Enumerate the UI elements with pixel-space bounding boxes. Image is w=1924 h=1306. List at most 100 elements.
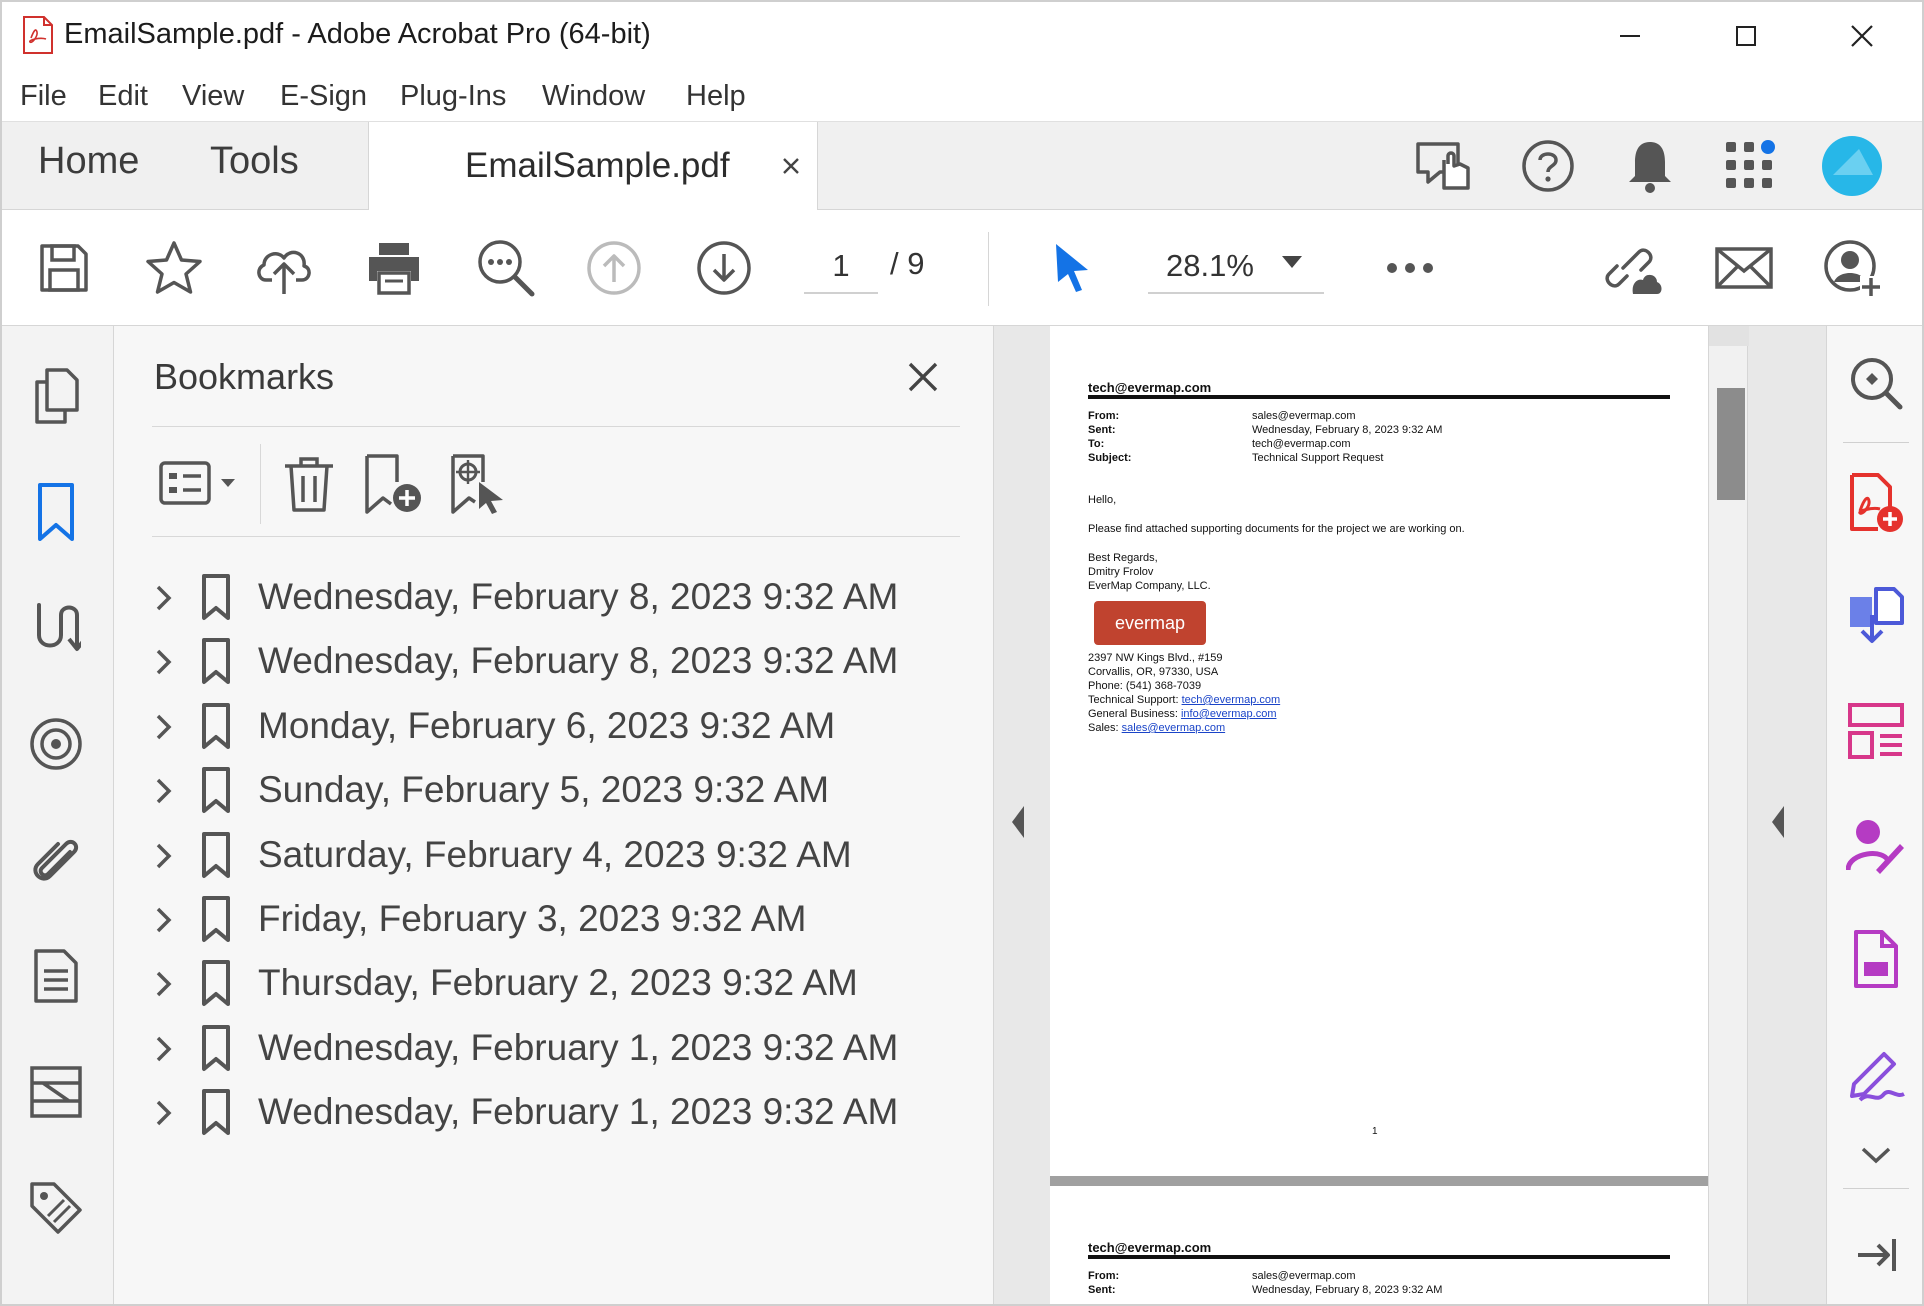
general-business-link[interactable]: info@evermap.com	[1181, 708, 1277, 720]
fill-form-icon	[1854, 930, 1898, 988]
cursor-arrow-icon	[1056, 244, 1088, 292]
expand-bookmark-toggle[interactable]	[144, 964, 184, 1004]
menu-view[interactable]: View	[182, 80, 244, 113]
maximize-icon	[1736, 26, 1756, 46]
more-tools-button[interactable]	[1378, 236, 1442, 300]
to-label: To:	[1088, 438, 1105, 450]
minimize-icon	[1620, 35, 1640, 37]
save-button[interactable]	[32, 236, 96, 300]
attachments-button[interactable]	[24, 828, 88, 892]
expand-bookmark-toggle[interactable]	[144, 836, 184, 876]
expand-bookmark-toggle[interactable]	[144, 578, 184, 618]
notifications-button[interactable]	[1618, 134, 1682, 198]
menu-plugins[interactable]: Plug-Ins	[400, 80, 506, 113]
search-tools-button[interactable]	[1841, 348, 1911, 418]
bookmark-icon	[202, 831, 230, 878]
collapse-left-panel-icon[interactable]	[1006, 802, 1030, 842]
chevron-right-icon	[156, 1036, 172, 1062]
main-toolbar: 1 / 9 28.1%	[0, 210, 1924, 326]
previous-page-button[interactable]	[582, 236, 646, 300]
toolbar-divider	[988, 232, 989, 306]
tab-tools[interactable]: Tools	[210, 140, 299, 183]
destinations-button[interactable]	[24, 712, 88, 776]
tags-button[interactable]	[24, 1176, 88, 1240]
page-number-input[interactable]: 1	[804, 238, 878, 294]
organize-pages-button[interactable]	[1841, 696, 1911, 766]
more-tools-expand-button[interactable]	[1841, 1120, 1911, 1190]
document-content-button[interactable]	[24, 944, 88, 1008]
menu-file[interactable]: File	[20, 80, 67, 113]
expand-bookmark-toggle[interactable]	[144, 1029, 184, 1069]
right-tools-rail	[1826, 326, 1924, 1306]
collapse-tools-button[interactable]	[1841, 1220, 1911, 1290]
chevron-right-icon	[156, 1100, 172, 1126]
greeting-text: Hello,	[1088, 494, 1117, 506]
bookmark-star-button[interactable]	[142, 236, 206, 300]
pages-icon	[35, 368, 79, 424]
request-esignatures-button[interactable]	[1841, 810, 1911, 880]
print-button[interactable]	[362, 236, 426, 300]
help-icon	[1522, 140, 1574, 192]
select-tool-button[interactable]	[1040, 236, 1104, 300]
pdf-page-1: tech@evermap.com From: sales@evermap.com…	[1050, 326, 1708, 1176]
zoom-dropdown[interactable]: 28.1%	[1148, 238, 1324, 294]
share-link-button[interactable]	[1600, 236, 1664, 300]
vertical-scrollbar[interactable]	[1708, 326, 1749, 1306]
tech-support-label: Technical Support:	[1088, 694, 1179, 706]
panel-divider	[152, 426, 960, 427]
search-tools-icon	[1851, 358, 1903, 410]
user-avatar-button[interactable]	[1820, 134, 1884, 198]
menu-window[interactable]: Window	[542, 80, 645, 113]
create-pdf-button[interactable]	[1841, 468, 1911, 538]
fill-sign-button[interactable]	[1841, 924, 1911, 994]
expand-bookmark-toggle[interactable]	[144, 642, 184, 682]
expand-bookmark-toggle[interactable]	[144, 771, 184, 811]
bookmark-from-selection-button[interactable]	[444, 446, 514, 522]
tech-support-link[interactable]: tech@evermap.com	[1182, 694, 1281, 706]
new-bookmark-button[interactable]	[358, 446, 428, 522]
structure-button[interactable]	[24, 1060, 88, 1124]
expand-bookmark-toggle[interactable]	[144, 900, 184, 940]
sales-line: Sales: sales@evermap.com	[1088, 722, 1225, 734]
bookmarks-panel-button[interactable]	[24, 480, 88, 544]
menu-edit[interactable]: Edit	[98, 80, 148, 113]
next-page-button[interactable]	[692, 236, 756, 300]
add-user-button[interactable]	[1820, 236, 1884, 300]
bookmark-options-button[interactable]	[154, 446, 244, 522]
bookmark-icon	[202, 1024, 230, 1071]
menu-esign[interactable]: E-Sign	[280, 80, 367, 113]
avatar-icon	[1822, 136, 1882, 196]
apps-button[interactable]	[1718, 134, 1782, 198]
minimize-button[interactable]	[1590, 10, 1670, 62]
sales-link[interactable]: sales@evermap.com	[1122, 722, 1225, 734]
expand-bookmark-toggle[interactable]	[144, 707, 184, 747]
maximize-button[interactable]	[1706, 10, 1786, 62]
collapse-right-panel-icon[interactable]	[1766, 802, 1790, 842]
close-window-button[interactable]	[1822, 10, 1902, 62]
share-feedback-button[interactable]	[1412, 134, 1476, 198]
chevron-down-icon	[1861, 1147, 1891, 1164]
page-thumbnails-button[interactable]	[24, 364, 88, 428]
subject-label: Subject:	[1088, 452, 1132, 464]
tab-home[interactable]: Home	[38, 140, 139, 183]
export-pdf-button[interactable]	[1841, 582, 1911, 652]
upload-cloud-button[interactable]	[252, 236, 316, 300]
bookmark-icon	[38, 483, 74, 541]
close-tab-button[interactable]	[771, 146, 811, 186]
menu-help[interactable]: Help	[686, 80, 746, 113]
expand-bookmark-toggle[interactable]	[144, 1093, 184, 1133]
panel-divider	[152, 536, 960, 537]
edit-pdf-button[interactable]	[1841, 1038, 1911, 1108]
subject-value: Technical Support Request	[1252, 452, 1384, 464]
delete-bookmark-button[interactable]	[274, 446, 344, 522]
tab-document[interactable]: EmailSample.pdf	[368, 122, 818, 211]
envelope-icon	[1715, 247, 1773, 289]
scrollbar-thumb[interactable]	[1717, 388, 1745, 500]
order-pages-button[interactable]	[24, 596, 88, 660]
email-button[interactable]	[1712, 236, 1776, 300]
help-button[interactable]	[1516, 134, 1580, 198]
close-panel-button[interactable]	[898, 352, 948, 402]
find-button[interactable]	[474, 236, 538, 300]
close-icon	[783, 158, 799, 174]
bookmark-item[interactable]: Wednesday, February 1, 2023 9:32 AM	[114, 1073, 994, 1152]
